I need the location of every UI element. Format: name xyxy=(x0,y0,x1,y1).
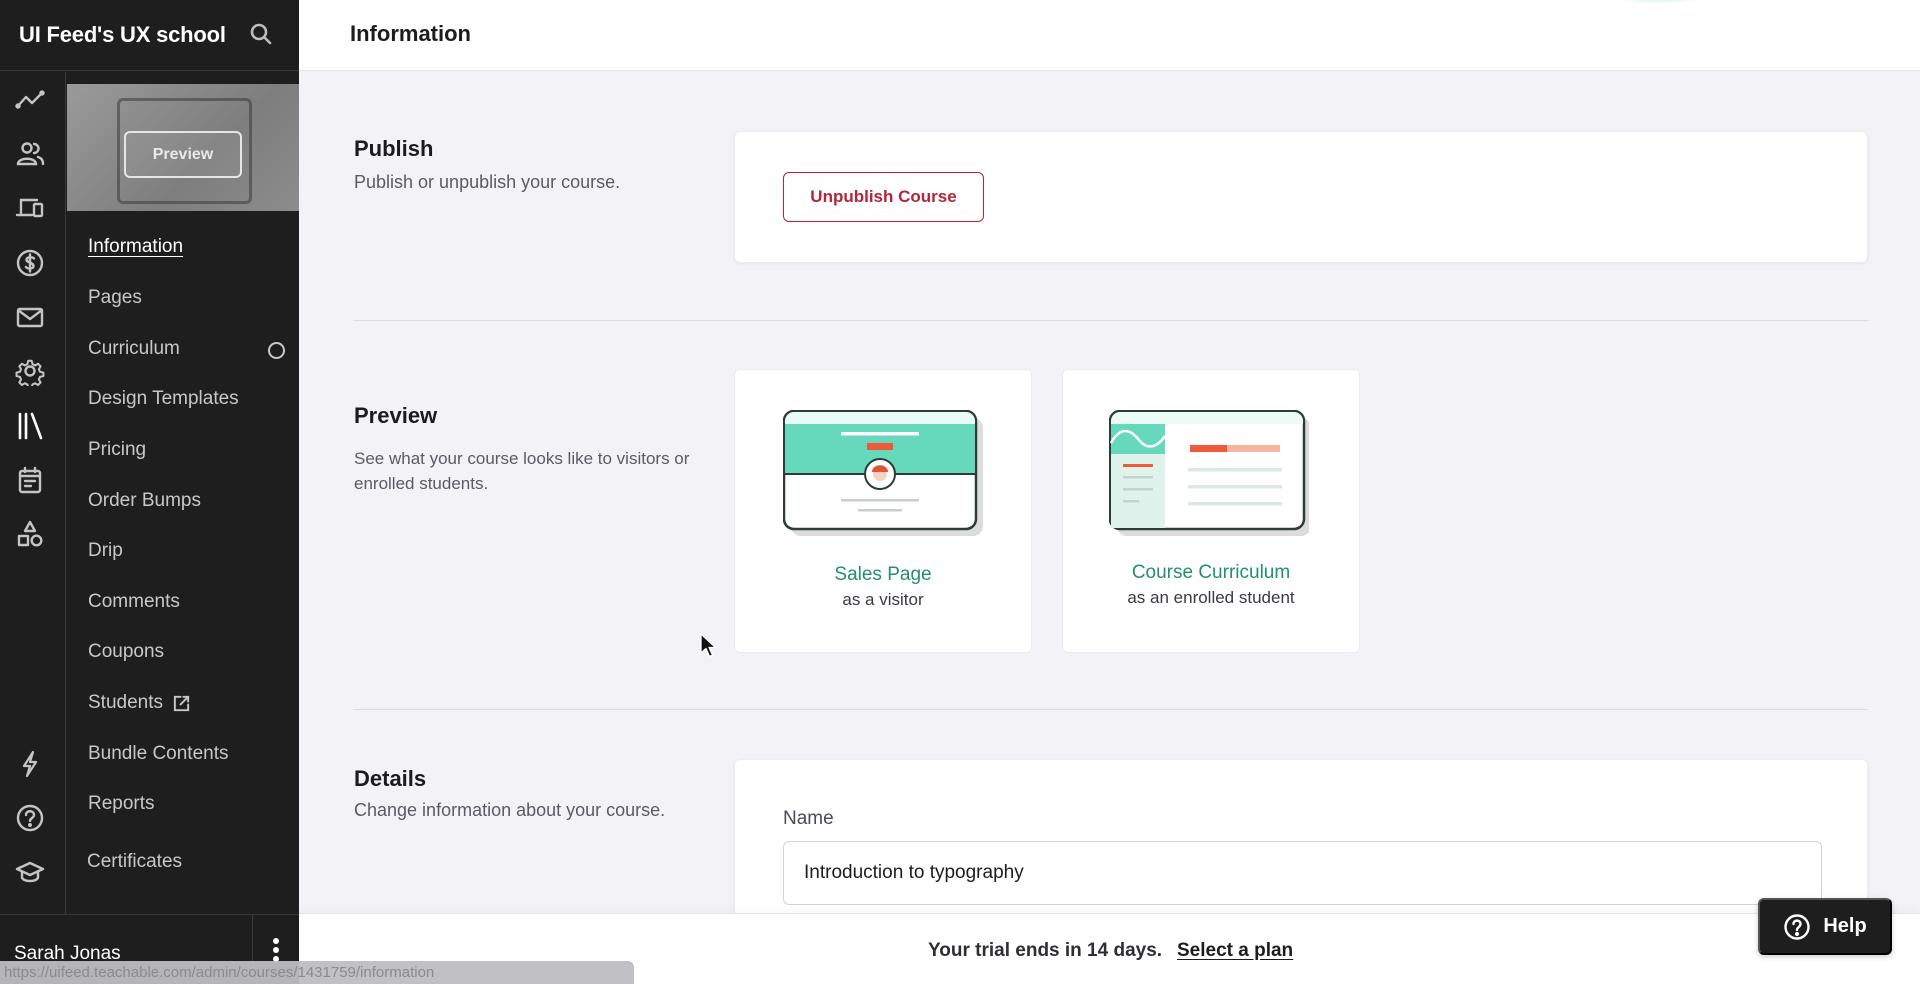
publish-section-description: Publish or unpublish your course. xyxy=(354,172,621,192)
sales-page-illustration xyxy=(783,410,983,536)
nav-item-drip[interactable]: Drip xyxy=(88,540,123,562)
analytics-icon[interactable] xyxy=(14,84,46,116)
nav-item-order-bumps[interactable]: Order Bumps xyxy=(88,490,201,512)
graduation-cap-icon[interactable] xyxy=(14,856,46,888)
nav-item-comments[interactable]: Comments xyxy=(88,591,180,613)
top-bar: Information xyxy=(299,0,1920,71)
brand-header: UI Feed's UX school xyxy=(0,0,299,71)
help-button[interactable]: Help xyxy=(1758,898,1892,955)
kebab-menu-icon xyxy=(273,938,279,962)
select-plan-link[interactable]: Select a plan xyxy=(1177,940,1293,962)
preview-section-title: Preview xyxy=(354,403,438,428)
details-section-description: Change information about your course. xyxy=(354,800,666,820)
school-name[interactable]: UI Feed's UX school xyxy=(19,22,226,48)
sidebar: UI Feed's UX school Preview Information … xyxy=(0,0,299,984)
shapes-icon[interactable] xyxy=(14,518,46,550)
mail-icon[interactable] xyxy=(14,301,46,333)
nav-item-pricing[interactable]: Pricing xyxy=(88,439,146,461)
external-link-icon xyxy=(173,695,190,711)
library-icon[interactable] xyxy=(14,410,46,442)
course-curriculum-illustration xyxy=(1109,410,1309,536)
help-label: Help xyxy=(1823,915,1867,937)
nav-item-design-templates[interactable]: Design Templates xyxy=(88,388,239,410)
nav-item-pages[interactable]: Pages xyxy=(88,287,142,309)
lightning-icon[interactable] xyxy=(14,748,46,780)
preview-section-description: See what your course looks like to visit… xyxy=(354,449,690,493)
section-divider xyxy=(353,320,1868,321)
section-divider xyxy=(353,709,1868,710)
decorative-glow xyxy=(1609,0,1709,4)
help-circle-icon[interactable] xyxy=(14,802,46,834)
devices-icon[interactable] xyxy=(14,192,46,224)
nav-item-students[interactable]: Students xyxy=(88,692,191,714)
name-field-label: Name xyxy=(783,808,834,829)
page-title: Information xyxy=(350,21,471,46)
unpublish-course-button[interactable]: Unpublish Course xyxy=(783,172,984,222)
nav-item-coupons[interactable]: Coupons xyxy=(88,641,164,663)
trial-message: Your trial ends in 14 days. xyxy=(928,940,1163,961)
details-section-title: Details xyxy=(354,766,427,791)
course-curriculum-subtitle: as an enrolled student xyxy=(1127,588,1295,607)
search-icon[interactable] xyxy=(249,22,273,46)
nav-item-certificates[interactable]: Certificates xyxy=(87,851,182,873)
course-curriculum-preview-card[interactable]: Course Curriculum as an enrolled student xyxy=(1062,369,1360,653)
dollar-icon[interactable] xyxy=(14,247,46,279)
status-bar-url: https://uifeed.teachable.com/admin/cours… xyxy=(0,961,634,984)
curriculum-status-icon xyxy=(268,342,285,359)
icon-rail xyxy=(0,72,66,914)
mouse-cursor-icon xyxy=(700,633,717,658)
calendar-icon[interactable] xyxy=(14,464,46,496)
thumbnail-preview-button[interactable]: Preview xyxy=(124,131,242,178)
publish-card: Unpublish Course xyxy=(734,131,1868,263)
course-thumbnail: Preview xyxy=(67,84,299,211)
help-icon xyxy=(1784,913,1811,940)
sales-page-link[interactable]: Sales Page xyxy=(735,564,1031,586)
nav-item-information[interactable]: Information xyxy=(88,236,183,258)
nav-item-reports[interactable]: Reports xyxy=(88,793,155,815)
gear-icon[interactable] xyxy=(14,355,46,387)
nav-item-label: Curriculum xyxy=(88,338,180,359)
sales-page-subtitle: as a visitor xyxy=(842,590,924,609)
nav-item-curriculum[interactable]: Curriculum xyxy=(88,338,180,360)
sales-page-preview-card[interactable]: Sales Page as a visitor xyxy=(734,369,1032,653)
nav-item-label: Students xyxy=(88,692,163,713)
users-icon[interactable] xyxy=(14,138,46,170)
main-content: Information Publish Publish or unpublish… xyxy=(299,0,1920,984)
nav-item-bundle-contents[interactable]: Bundle Contents xyxy=(88,743,229,765)
publish-section-title: Publish xyxy=(354,136,434,161)
course-name-input[interactable] xyxy=(783,841,1822,905)
course-curriculum-link[interactable]: Course Curriculum xyxy=(1063,562,1359,584)
